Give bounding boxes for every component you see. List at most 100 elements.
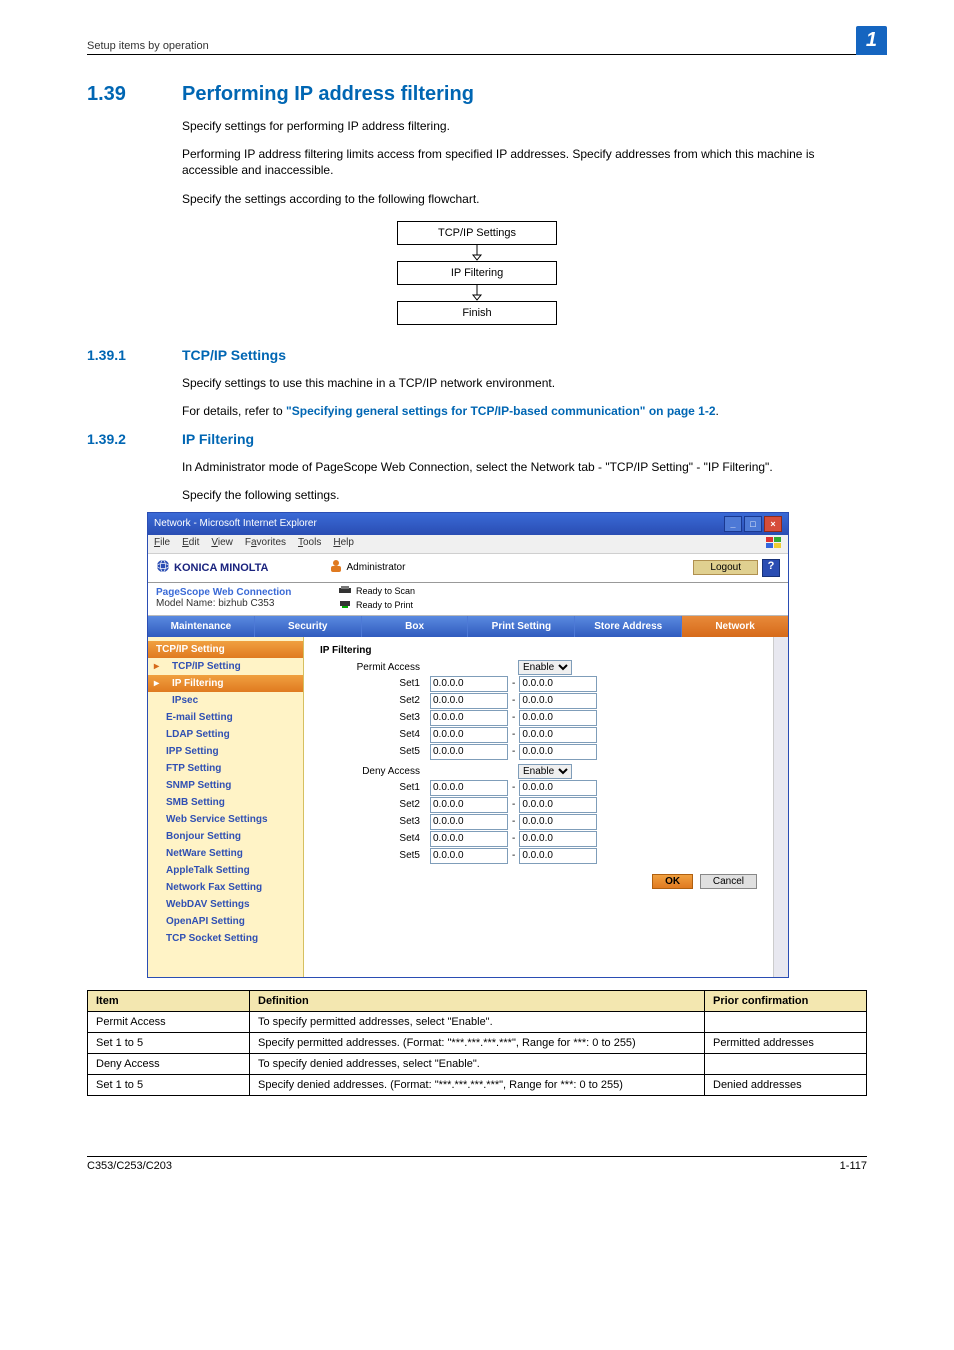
- menu-view[interactable]: View: [211, 537, 233, 551]
- close-icon[interactable]: ×: [764, 516, 782, 532]
- deny-access-select[interactable]: Enable: [518, 764, 572, 779]
- flowchart: TCP/IP Settings IP Filtering Finish: [397, 221, 557, 325]
- sub1-p2-suffix: .: [716, 404, 719, 418]
- sub1-title: TCP/IP Settings: [182, 347, 286, 363]
- tab-maintenance[interactable]: Maintenance: [148, 616, 255, 637]
- maximize-icon[interactable]: □: [744, 516, 762, 532]
- sub1-p2-prefix: For details, refer to: [182, 404, 286, 418]
- deny-set2-to[interactable]: [519, 797, 597, 813]
- sidebar-item-tcpsocket[interactable]: TCP Socket Setting: [148, 930, 303, 947]
- menu-tools[interactable]: Tools: [298, 537, 321, 551]
- menu-edit[interactable]: Edit: [182, 537, 199, 551]
- xref-link[interactable]: "Specifying general settings for TCP/IP-…: [286, 404, 715, 418]
- sidebar-item-webdav[interactable]: WebDAV Settings: [148, 896, 303, 913]
- sub1-p1: Specify settings to use this machine in …: [182, 375, 867, 391]
- ready-print-label: Ready to Print: [356, 600, 413, 610]
- dash-icon: -: [508, 678, 519, 689]
- permit-set2-from[interactable]: [430, 693, 508, 709]
- sidebar-item-webservice[interactable]: Web Service Settings: [148, 811, 303, 828]
- deny-set1-to[interactable]: [519, 780, 597, 796]
- tab-network[interactable]: Network: [682, 616, 788, 637]
- table-cell: Permitted addresses: [705, 1032, 867, 1053]
- sidebar-item-email[interactable]: E-mail Setting: [148, 709, 303, 726]
- sub1-number: 1.39.1: [87, 347, 182, 363]
- sidebar-item-ipp[interactable]: IPP Setting: [148, 743, 303, 760]
- permit-set2-to[interactable]: [519, 693, 597, 709]
- dash-icon: -: [508, 746, 519, 757]
- sidebar-item-snmp[interactable]: SNMP Setting: [148, 777, 303, 794]
- sidebar-item-openapi[interactable]: OpenAPI Setting: [148, 913, 303, 930]
- deny-access-label: Deny Access: [320, 766, 430, 777]
- deny-set-label: Set4: [320, 833, 430, 844]
- deny-set1-from[interactable]: [430, 780, 508, 796]
- table-cell: To specify permitted addresses, select "…: [250, 1011, 705, 1032]
- deny-set3-from[interactable]: [430, 814, 508, 830]
- sidebar-item-netware[interactable]: NetWare Setting: [148, 845, 303, 862]
- content-heading: IP Filtering: [320, 645, 757, 656]
- sidebar-item-appletalk[interactable]: AppleTalk Setting: [148, 862, 303, 879]
- tab-store-address[interactable]: Store Address: [575, 616, 682, 637]
- dash-icon: -: [508, 833, 519, 844]
- globe-icon: [156, 559, 170, 576]
- menu-help[interactable]: Help: [333, 537, 354, 551]
- sub2-heading: 1.39.2IP Filtering: [87, 431, 867, 447]
- dash-icon: -: [508, 850, 519, 861]
- deny-set-label: Set3: [320, 816, 430, 827]
- sidebar-item-ldap[interactable]: LDAP Setting: [148, 726, 303, 743]
- section-p3: Specify the settings according to the fo…: [182, 191, 867, 207]
- subheader: PageScope Web Connection Model Name: biz…: [148, 583, 788, 616]
- permit-set4-to[interactable]: [519, 727, 597, 743]
- deny-set-label: Set5: [320, 850, 430, 861]
- sidebar: TCP/IP Setting TCP/IP Setting IP Filteri…: [148, 637, 304, 977]
- sidebar-item-smb[interactable]: SMB Setting: [148, 794, 303, 811]
- brand-row: KONICA MINOLTA Administrator Logout ?: [148, 554, 788, 583]
- sub2-title: IP Filtering: [182, 431, 254, 447]
- scrollbar[interactable]: [773, 637, 788, 977]
- cancel-button[interactable]: Cancel: [700, 874, 757, 889]
- dash-icon: -: [508, 816, 519, 827]
- permit-set1-from[interactable]: [430, 676, 508, 692]
- deny-set4-to[interactable]: [519, 831, 597, 847]
- sidebar-item-netfax[interactable]: Network Fax Setting: [148, 879, 303, 896]
- sidebar-item-ipsec[interactable]: IPsec: [148, 692, 303, 709]
- logout-button[interactable]: Logout: [693, 560, 758, 575]
- sidebar-heading: TCP/IP Setting: [148, 641, 303, 658]
- table-cell: Specify denied addresses. (Format: "***.…: [250, 1074, 705, 1095]
- permit-access-select[interactable]: Enable: [518, 660, 572, 675]
- ok-button[interactable]: OK: [652, 874, 693, 889]
- deny-set5-from[interactable]: [430, 848, 508, 864]
- permit-set5-to[interactable]: [519, 744, 597, 760]
- table-cell: Denied addresses: [705, 1074, 867, 1095]
- definition-table: Item Definition Prior confirmation Permi…: [87, 990, 867, 1096]
- sidebar-item-ipfiltering[interactable]: IP Filtering: [148, 675, 303, 692]
- permit-set3-from[interactable]: [430, 710, 508, 726]
- browser-window: Network - Microsoft Internet Explorer _ …: [147, 512, 789, 978]
- deny-set4-from[interactable]: [430, 831, 508, 847]
- content-pane: IP Filtering Permit Access Enable Set1-S…: [304, 637, 773, 977]
- menu-file[interactable]: File: [154, 537, 170, 551]
- sidebar-item-tcpip[interactable]: TCP/IP Setting: [148, 658, 303, 675]
- minimize-icon[interactable]: _: [724, 516, 742, 532]
- th-prior: Prior confirmation: [705, 990, 867, 1011]
- chapter-chip: 1: [856, 26, 887, 55]
- section-p2: Performing IP address filtering limits a…: [182, 146, 867, 178]
- help-button[interactable]: ?: [762, 559, 780, 577]
- permit-set3-to[interactable]: [519, 710, 597, 726]
- menu-favorites[interactable]: Favorites: [245, 537, 286, 551]
- sub2-p1: In Administrator mode of PageScope Web C…: [182, 459, 867, 475]
- deny-set5-to[interactable]: [519, 848, 597, 864]
- section-p1: Specify settings for performing IP addre…: [182, 118, 867, 134]
- tab-print-setting[interactable]: Print Setting: [468, 616, 575, 637]
- sidebar-item-bonjour[interactable]: Bonjour Setting: [148, 828, 303, 845]
- permit-set5-from[interactable]: [430, 744, 508, 760]
- tab-box[interactable]: Box: [362, 616, 469, 637]
- sub2-p2: Specify the following settings.: [182, 487, 867, 503]
- printer-icon: [338, 599, 352, 611]
- tab-security[interactable]: Security: [255, 616, 362, 637]
- permit-set1-to[interactable]: [519, 676, 597, 692]
- deny-set3-to[interactable]: [519, 814, 597, 830]
- permit-set4-from[interactable]: [430, 727, 508, 743]
- window-title: Network - Microsoft Internet Explorer: [154, 518, 317, 529]
- sidebar-item-ftp[interactable]: FTP Setting: [148, 760, 303, 777]
- deny-set2-from[interactable]: [430, 797, 508, 813]
